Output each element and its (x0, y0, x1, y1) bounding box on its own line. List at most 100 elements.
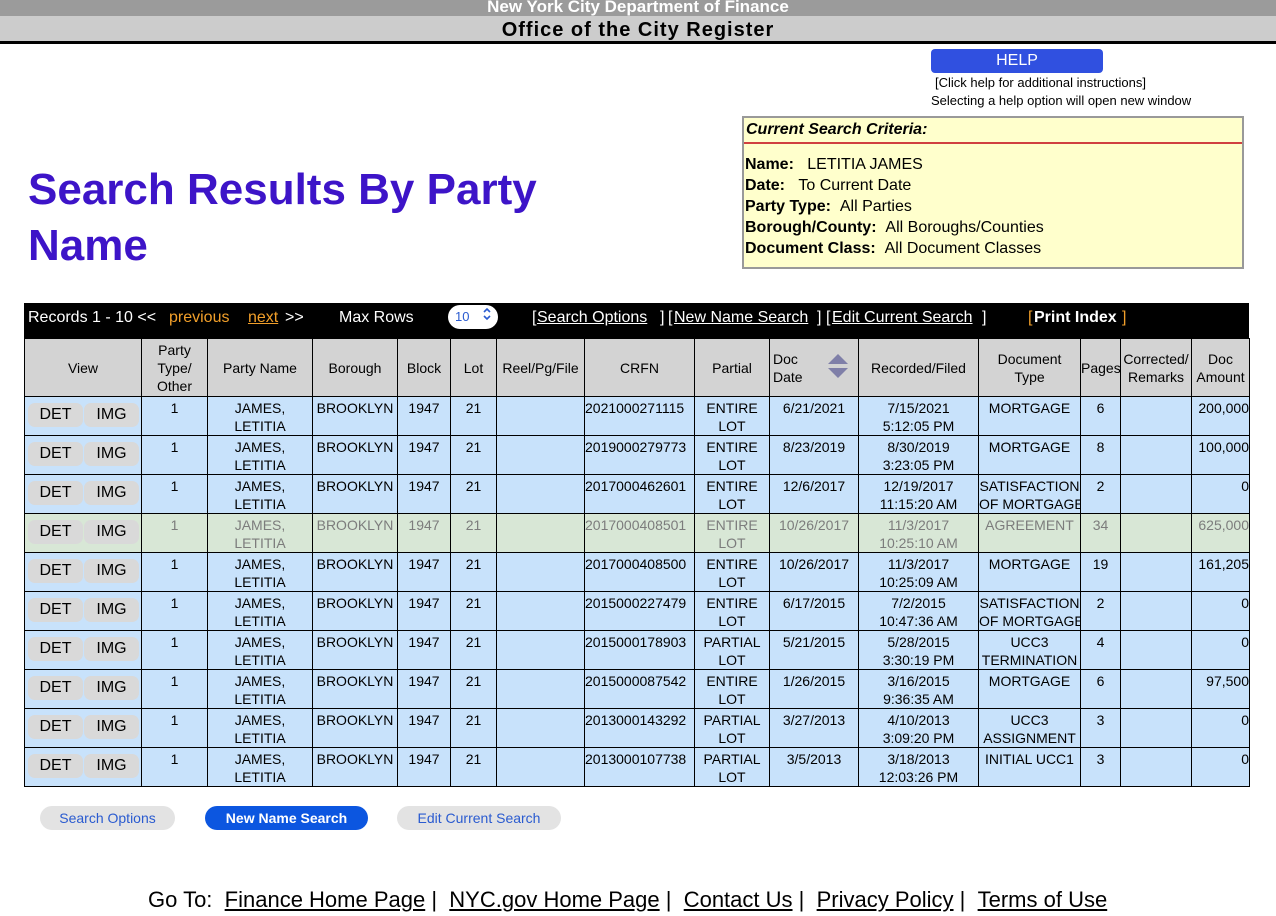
det-button[interactable]: DET (28, 403, 83, 427)
img-button[interactable]: IMG (84, 676, 139, 700)
doc-type-line1: SATISFACTION (979, 595, 1080, 611)
party-type-cell: 1 (141, 669, 208, 709)
col-doc-date[interactable]: Doc Date (769, 338, 859, 397)
criteria-doc-class-value: All Document Classes (884, 240, 1042, 257)
img-button[interactable]: IMG (84, 442, 139, 466)
new-name-search-button[interactable]: New Name Search (205, 806, 368, 830)
remarks-cell (1120, 591, 1192, 631)
partial-line2: LOT (718, 457, 746, 473)
search-options-link[interactable]: Search Options (537, 303, 647, 333)
block-cell: 1947 (397, 747, 451, 787)
det-button[interactable]: DET (28, 442, 83, 466)
det-button[interactable]: DET (28, 520, 83, 544)
criteria-party-type-label: Party Type: (745, 198, 831, 215)
partial-line1: ENTIRE (706, 400, 758, 416)
partial-cell: PARTIAL LOT (694, 747, 770, 787)
next-arrows: >> (285, 309, 304, 326)
search-options-button[interactable]: Search Options (40, 806, 175, 830)
doc-date-cell: 3/27/2013 (769, 708, 859, 748)
party-type-cell: 1 (141, 435, 208, 475)
party-name-line1: JAMES, (234, 634, 286, 650)
help-button[interactable]: HELP (931, 49, 1103, 73)
det-button[interactable]: DET (28, 754, 83, 778)
criteria-party-type: Party Type: All Parties (744, 196, 1242, 217)
det-button[interactable]: DET (28, 598, 83, 622)
party-type-cell: 1 (141, 708, 208, 748)
det-button[interactable]: DET (28, 715, 83, 739)
recorded-cell: 11/3/2017 10:25:09 AM (858, 552, 979, 592)
max-rows-select[interactable]: 10 (448, 305, 498, 329)
pages-cell: 6 (1080, 669, 1121, 709)
party-name-line2: LETITIA (234, 652, 286, 668)
previous-link[interactable]: previous (169, 303, 229, 333)
img-button[interactable]: IMG (84, 520, 139, 544)
remarks-cell (1120, 396, 1192, 436)
criteria-doc-class-label: Document Class: (745, 240, 876, 257)
recorded-time: 9:36:35 AM (883, 691, 954, 707)
img-button[interactable]: IMG (84, 481, 139, 505)
borough-cell: BROOKLYN (312, 552, 398, 592)
contact-us-link[interactable]: Contact Us (684, 887, 793, 912)
img-button[interactable]: IMG (84, 637, 139, 661)
recorded-cell: 11/3/2017 10:25:10 AM (858, 513, 979, 553)
recorded-time: 11:15:20 AM (879, 496, 958, 512)
doc-type-cell: SATISFACTION OF MORTGAGE (978, 474, 1081, 514)
partial-cell: ENTIRE LOT (694, 552, 770, 592)
img-button[interactable]: IMG (84, 754, 139, 778)
recorded-date: 3/16/2015 (887, 673, 950, 689)
partial-line2: LOT (718, 496, 746, 512)
recorded-cell: 8/30/2019 3:23:05 PM (858, 435, 979, 475)
col-doc-type: Document Type (978, 338, 1081, 397)
criteria-date: Date: To Current Date (744, 175, 1242, 196)
col-reel: Reel/Pg/File (496, 338, 585, 397)
img-button[interactable]: IMG (84, 715, 139, 739)
col-remarks-l2: Remarks (1127, 368, 1184, 385)
remarks-cell (1120, 474, 1192, 514)
col-crfn: CRFN (584, 338, 695, 397)
lot-cell: 21 (450, 591, 497, 631)
next-link[interactable]: next (248, 303, 278, 333)
finance-home-link[interactable]: Finance Home Page (225, 887, 426, 912)
sort-icon[interactable] (826, 352, 850, 384)
edit-current-search-button[interactable]: Edit Current Search (397, 806, 561, 830)
det-button[interactable]: DET (28, 481, 83, 505)
party-name-cell: JAMES, LETITIA (207, 474, 313, 514)
party-name-line2: LETITIA (234, 457, 286, 473)
terms-of-use-link[interactable]: Terms of Use (978, 887, 1108, 912)
img-button[interactable]: IMG (84, 598, 139, 622)
records-count: Records 1 - 10 << (28, 309, 157, 326)
lot-cell: 21 (450, 747, 497, 787)
page-title: Search Results By Party Name (28, 165, 537, 270)
table-row: DET IMG 1 JAMES, LETITIA BROOKLYN 1947 21 201700… (24, 474, 1250, 514)
det-button[interactable]: DET (28, 637, 83, 661)
doc-type-line1: MORTGAGE (988, 439, 1071, 455)
partial-line1: ENTIRE (706, 478, 758, 494)
new-name-search-link[interactable]: New Name Search (674, 303, 808, 333)
party-name-cell: JAMES, LETITIA (207, 513, 313, 553)
nyc-home-link[interactable]: NYC.gov Home Page (449, 887, 659, 912)
reel-cell (496, 591, 585, 631)
borough-cell: BROOKLYN (312, 669, 398, 709)
pages-cell: 4 (1080, 630, 1121, 670)
privacy-policy-link[interactable]: Privacy Policy (817, 887, 954, 912)
remarks-cell (1120, 708, 1192, 748)
party-name-line1: JAMES, (234, 556, 286, 572)
img-button[interactable]: IMG (84, 559, 139, 583)
go-to-label: Go To: (148, 887, 213, 912)
det-button[interactable]: DET (28, 559, 83, 583)
block-cell: 1947 (397, 669, 451, 709)
partial-line2: LOT (718, 769, 746, 785)
separator: | (665, 887, 672, 912)
col-party-type-l3: Other (156, 377, 192, 394)
print-index-link[interactable]: Print Index (1034, 303, 1117, 333)
img-button[interactable]: IMG (84, 403, 139, 427)
det-button[interactable]: DET (28, 676, 83, 700)
recorded-date: 5/28/2015 (887, 634, 950, 650)
reel-cell (496, 630, 585, 670)
crfn-cell: 2017000408501 (584, 513, 695, 553)
party-name-line1: JAMES, (234, 517, 286, 533)
edit-current-search-link[interactable]: Edit Current Search (832, 303, 973, 333)
pages-cell: 3 (1080, 708, 1121, 748)
table-row: DET IMG 1 JAMES, LETITIA BROOKLYN 1947 21 201500… (24, 591, 1250, 631)
criteria-borough-value: All Boroughs/Counties (885, 219, 1044, 236)
